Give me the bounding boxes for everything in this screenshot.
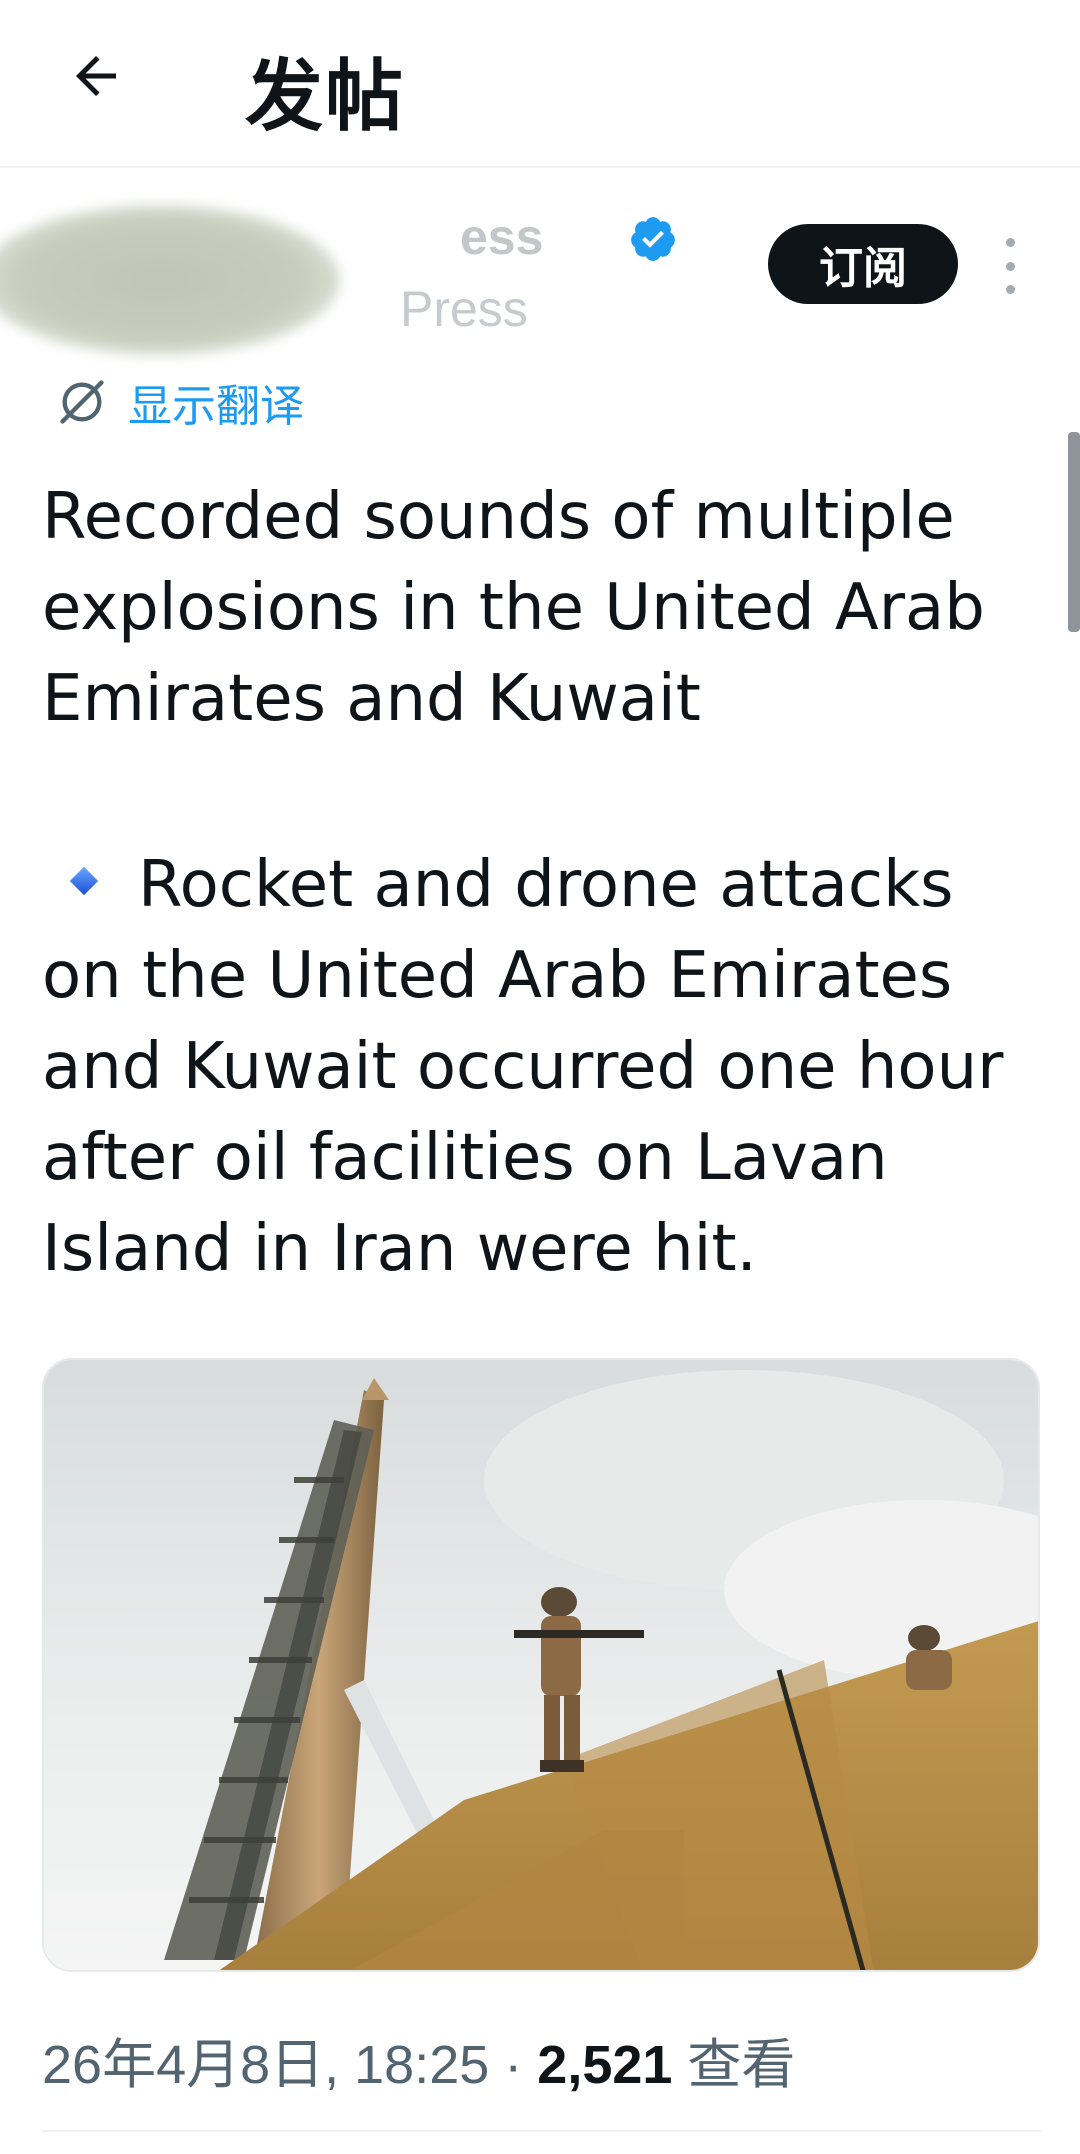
photo-missile-soldiers bbox=[44, 1360, 1038, 1970]
more-vertical-icon bbox=[1005, 238, 1015, 247]
show-translation-label: 显示翻译 bbox=[128, 381, 304, 432]
author-handle[interactable]: Press bbox=[400, 280, 528, 338]
author-name[interactable]: ess bbox=[460, 208, 543, 266]
post-image[interactable] bbox=[42, 1358, 1040, 1972]
more-options-button[interactable] bbox=[995, 238, 1025, 294]
show-translation-link[interactable]: 显示翻译 bbox=[56, 372, 304, 432]
post-text-paragraph-2: Rocket and drone attacks on the United A… bbox=[42, 840, 1042, 1295]
verified-badge-icon bbox=[631, 217, 675, 261]
avatar-blurred[interactable] bbox=[0, 205, 340, 355]
post-text-paragraph-1: Recorded sounds of multiple explosions i… bbox=[42, 480, 985, 736]
divider bbox=[42, 2130, 1042, 2132]
subscribe-button[interactable]: 订阅 bbox=[768, 224, 958, 304]
post-detail-page: 发帖 ess Press 订阅 显示翻译 Recorded sounds of … bbox=[0, 0, 1080, 2154]
post-meta: 26年4月8日, 18:25 · 2,521 查看 bbox=[42, 2020, 795, 2099]
views-label: 查看 bbox=[672, 2035, 796, 2095]
page-title: 发帖 bbox=[245, 52, 406, 142]
views-count: 2,521 bbox=[537, 2035, 673, 2095]
top-bar: 发帖 bbox=[0, 0, 1080, 168]
more-dot bbox=[1005, 261, 1015, 271]
post-text-paragraph-2-body: Rocket and drone attacks on the United A… bbox=[42, 848, 1004, 1286]
blue-diamond-icon bbox=[69, 867, 99, 896]
arrow-left-icon bbox=[76, 56, 116, 96]
post-timestamp[interactable]: 26年4月8日, 18:25 bbox=[42, 2035, 489, 2095]
translate-icon bbox=[60, 380, 104, 424]
more-dot bbox=[1005, 285, 1015, 294]
back-button[interactable] bbox=[56, 36, 136, 116]
meta-separator: · bbox=[489, 2035, 538, 2095]
scrollbar[interactable] bbox=[1068, 432, 1080, 632]
